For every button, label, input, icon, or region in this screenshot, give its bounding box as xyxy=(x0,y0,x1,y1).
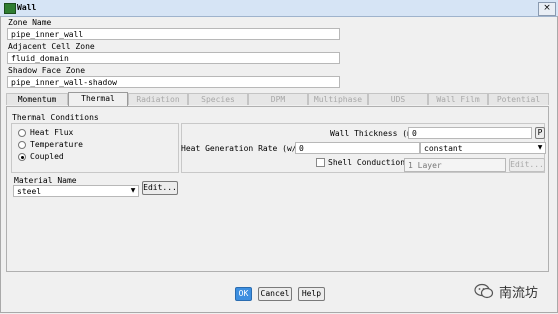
zone-name-field[interactable]: pipe_inner_wall xyxy=(7,28,340,40)
wall-thickness-label: Wall Thickness (m) xyxy=(330,129,417,138)
coupled-radio[interactable] xyxy=(18,153,26,161)
parameter-button[interactable]: P xyxy=(535,127,545,139)
cancel-button[interactable]: Cancel xyxy=(258,287,292,301)
material-select[interactable]: steel ▼ xyxy=(13,185,139,197)
tab-momentum[interactable]: Momentum xyxy=(6,93,68,105)
tab-wall-film[interactable]: Wall Film xyxy=(428,93,488,105)
shell-layers-field[interactable]: 1 Layer xyxy=(404,158,506,172)
heat-flux-radio[interactable] xyxy=(18,129,26,137)
heat-generation-method-value: constant xyxy=(424,144,463,153)
heat-generation-method-select[interactable]: constant ▼ xyxy=(420,142,546,154)
tab-species[interactable]: Species xyxy=(188,93,248,105)
material-select-value: steel xyxy=(17,187,42,196)
tab-thermal[interactable]: Thermal xyxy=(68,92,128,106)
title-bar xyxy=(0,0,558,17)
help-button[interactable]: Help xyxy=(298,287,325,301)
heat-generation-input[interactable]: 0 xyxy=(295,142,420,154)
chevron-down-icon: ▼ xyxy=(537,144,543,151)
tab-potential[interactable]: Potential xyxy=(488,93,549,105)
wechat-icon xyxy=(474,283,494,299)
watermark-text: 南流坊 xyxy=(499,286,539,301)
tab-radiation[interactable]: Radiation xyxy=(128,93,188,105)
adjacent-cell-zone-label: Adjacent Cell Zone xyxy=(8,42,95,51)
tab-strip: Momentum Thermal Radiation Species DPM M… xyxy=(6,92,549,107)
tab-uds[interactable]: UDS xyxy=(368,93,428,105)
shell-edit-button[interactable]: Edit... xyxy=(509,158,545,172)
material-edit-button[interactable]: Edit... xyxy=(142,181,178,195)
tab-multiphase[interactable]: Multiphase xyxy=(308,93,368,105)
shell-conduction-label: Shell Conduction xyxy=(328,158,406,167)
adjacent-cell-zone-field[interactable]: fluid_domain xyxy=(7,52,340,64)
temperature-radio[interactable] xyxy=(18,141,26,149)
wall-thickness-input[interactable]: 0 xyxy=(408,127,532,139)
chevron-down-icon: ▼ xyxy=(130,187,136,194)
window-close-button[interactable]: × xyxy=(538,2,556,16)
app-icon xyxy=(4,3,16,14)
shadow-face-zone-label: Shadow Face Zone xyxy=(8,66,86,75)
heat-generation-label: Heat Generation Rate (w/m3) xyxy=(181,144,312,153)
heat-flux-label: Heat Flux xyxy=(30,128,74,137)
window-title: Wall xyxy=(17,3,37,12)
coupled-label: Coupled xyxy=(30,152,64,161)
material-name-label: Material Name xyxy=(14,176,77,185)
tab-dpm[interactable]: DPM xyxy=(248,93,308,105)
shadow-face-zone-field[interactable]: pipe_inner_wall-shadow xyxy=(7,76,340,88)
shell-conduction-checkbox[interactable] xyxy=(316,158,325,167)
zone-name-label: Zone Name xyxy=(8,18,52,27)
thermal-conditions-label: Thermal Conditions xyxy=(12,113,99,122)
ok-button[interactable]: OK xyxy=(235,287,252,301)
temperature-label: Temperature xyxy=(30,140,83,149)
